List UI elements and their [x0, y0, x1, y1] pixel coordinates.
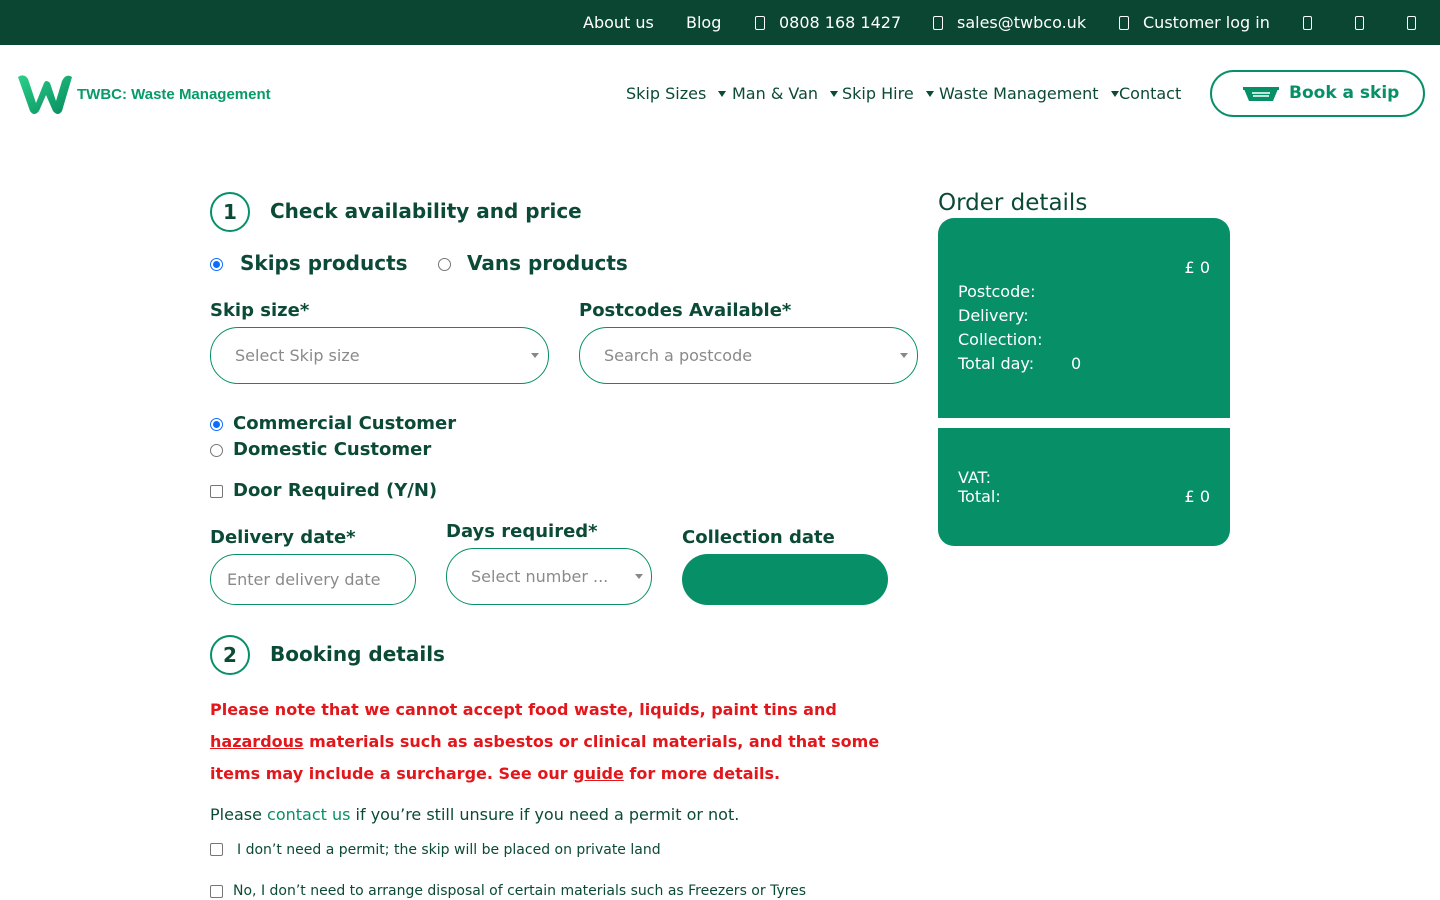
skips-products-label[interactable]: Skips products [240, 251, 408, 275]
step-number-1: 1 [210, 192, 250, 232]
no-disposal-label[interactable]: No, I don’t need to arrange disposal of … [233, 883, 806, 899]
contact-us-link[interactable]: contact us [267, 805, 350, 824]
delivery-date-input[interactable]: Enter delivery date [210, 554, 416, 605]
order-price: £ 0 [1184, 258, 1210, 277]
email-link[interactable]: sales@twbco.uk [933, 0, 1086, 45]
commercial-customer-radio[interactable] [210, 418, 223, 431]
collection-date-field[interactable] [682, 554, 888, 605]
days-required-label: Days required* [446, 521, 598, 542]
days-required-placeholder: Select number ... [471, 567, 609, 586]
nav-label: Waste Management [939, 84, 1099, 103]
permit-note: Please contact us if you’re still unsure… [210, 805, 739, 824]
caret-down-icon [1110, 91, 1119, 97]
days-required-select[interactable]: Select number ... [446, 548, 652, 605]
order-total-card: VAT: Total: £ 0 [938, 428, 1230, 546]
guide-link[interactable]: guide [573, 764, 624, 783]
blog-link[interactable]: Blog [686, 0, 721, 45]
skip-size-label: Skip size* [210, 300, 310, 321]
order-delivery-label: Delivery: [958, 306, 1029, 325]
order-postcode-label: Postcode: [958, 282, 1036, 301]
about-link[interactable]: About us [583, 0, 654, 45]
nav-label: Skip Hire [842, 84, 914, 103]
delivery-date-label: Delivery date* [210, 527, 356, 548]
order-total-day-value: 0 [1071, 354, 1082, 373]
phone-number: 0808 168 1427 [779, 13, 902, 32]
skip-icon [1243, 87, 1279, 101]
door-required-label[interactable]: Door Required (Y/N) [233, 480, 437, 501]
domestic-customer-radio[interactable] [210, 444, 223, 457]
caret-down-icon [718, 91, 727, 97]
phone-link[interactable]: 0808 168 1427 [755, 0, 901, 45]
email-address: sales@twbco.uk [957, 13, 1087, 32]
order-total-day-label: Total day: [958, 354, 1035, 373]
twitter-icon[interactable] [1355, 16, 1364, 30]
step-number-2: 2 [210, 635, 250, 675]
commercial-customer-label[interactable]: Commercial Customer [233, 413, 456, 434]
caret-down-icon [925, 91, 934, 97]
vans-products-label[interactable]: Vans products [467, 251, 628, 275]
nav-label: Skip Sizes [626, 84, 707, 103]
nav-label: Man & Van [732, 84, 819, 103]
no-permit-checkbox[interactable] [210, 843, 223, 856]
hazardous-link[interactable]: hazardous [210, 732, 304, 751]
note-text: if you’re still unsure if you need a per… [350, 805, 740, 824]
instagram-icon[interactable] [1407, 16, 1416, 30]
collection-date-label: Collection date [682, 527, 835, 548]
step-2-title: Booking details [270, 642, 445, 666]
waste-warning: Please note that we cannot accept food w… [210, 694, 910, 790]
skips-products-radio[interactable] [210, 258, 223, 271]
order-vat-label: VAT: [958, 468, 992, 487]
order-total-value: £ 0 [1184, 487, 1210, 506]
order-collection-label: Collection: [958, 330, 1043, 349]
customer-login-label: Customer log in [1143, 13, 1270, 32]
facebook-icon[interactable] [1303, 16, 1312, 30]
top-bar: About us Blog 0808 168 1427 sales@twbco.… [0, 0, 1440, 45]
order-summary-card: £ 0 Postcode: Delivery: Collection: Tota… [938, 218, 1230, 418]
book-skip-label: Book a skip [1289, 83, 1400, 103]
nav-contact[interactable]: Contact [1119, 82, 1181, 106]
nav-label: Contact [1119, 84, 1182, 103]
nav-man-van[interactable]: Man & Van [732, 82, 839, 106]
domestic-customer-label[interactable]: Domestic Customer [233, 439, 431, 460]
order-total-label: Total: [958, 487, 1001, 506]
chevron-down-icon [635, 574, 643, 579]
no-permit-label[interactable]: I don’t need a permit; the skip will be … [237, 842, 661, 858]
nav-waste-management[interactable]: Waste Management [939, 82, 1119, 106]
warning-text: for more details. [623, 764, 781, 783]
chevron-down-icon [531, 353, 539, 358]
postcode-placeholder: Search a postcode [604, 346, 753, 365]
order-details-title: Order details [938, 190, 1088, 216]
logo-text[interactable]: TWBC: Waste Management [77, 86, 271, 103]
postcode-label: Postcodes Available* [579, 300, 792, 321]
vans-products-radio[interactable] [438, 258, 451, 271]
skip-size-select[interactable]: Select Skip size [210, 327, 549, 384]
warning-text: Please note that we cannot accept food w… [210, 700, 837, 719]
note-text: Please [210, 805, 268, 824]
phone-icon [755, 16, 765, 30]
nav-skip-hire[interactable]: Skip Hire [842, 82, 934, 106]
user-icon [1119, 16, 1129, 30]
customer-login-link[interactable]: Customer log in [1119, 0, 1270, 45]
skip-size-placeholder: Select Skip size [235, 346, 360, 365]
postcode-search-select[interactable]: Search a postcode [579, 327, 918, 384]
nav-skip-sizes[interactable]: Skip Sizes [626, 82, 727, 106]
step-1-title: Check availability and price [270, 199, 582, 223]
delivery-date-placeholder: Enter delivery date [227, 570, 381, 589]
caret-down-icon [830, 91, 839, 97]
no-disposal-checkbox[interactable] [210, 885, 223, 898]
door-required-checkbox[interactable] [210, 485, 223, 498]
envelope-icon [933, 16, 943, 30]
book-skip-button[interactable]: Book a skip [1210, 70, 1425, 117]
logo-icon[interactable] [16, 73, 74, 115]
chevron-down-icon [900, 353, 908, 358]
